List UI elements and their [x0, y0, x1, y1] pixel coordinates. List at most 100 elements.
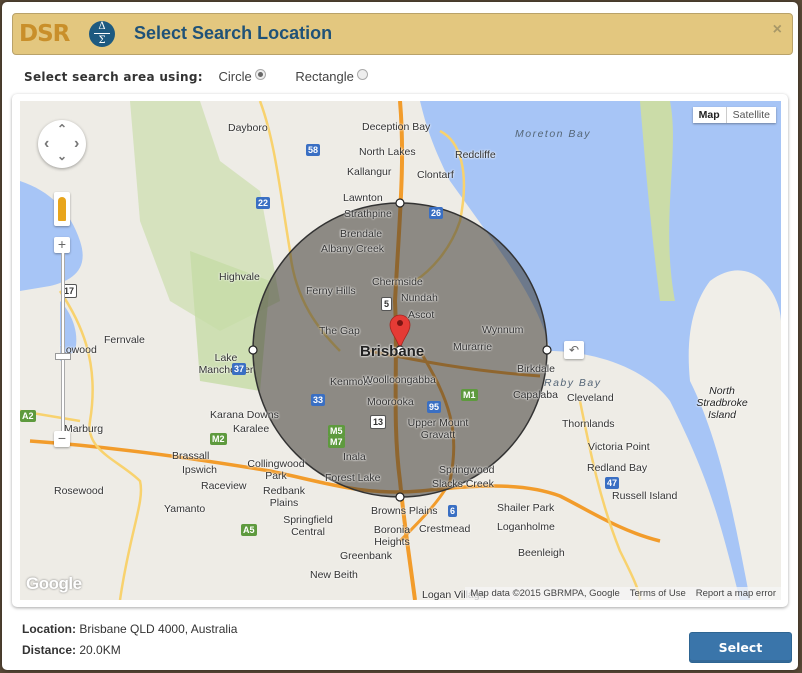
map-label: Browns Plains	[371, 505, 438, 517]
distance-info: Distance: 20.0KM	[22, 643, 121, 657]
map-label: Dayboro	[228, 122, 268, 134]
street-view-pegman-icon[interactable]	[54, 192, 70, 226]
map-label: Karana Downs	[210, 409, 279, 421]
map-data-credit: Map data ©2015 GBRMPA, Google	[470, 588, 620, 599]
pan-up-icon[interactable]: ⌃	[57, 122, 67, 136]
map-label: New Beith	[310, 569, 358, 581]
map-label: Springfield Central	[283, 514, 333, 538]
map-label: North Lakes	[359, 146, 416, 158]
route-shield: 5	[381, 297, 393, 311]
route-shield: M2	[210, 433, 227, 445]
map-label: Springwood	[439, 464, 495, 476]
terms-of-use-link[interactable]: Terms of Use	[625, 587, 691, 600]
map-label: Kallangur	[347, 166, 392, 178]
select-button[interactable]: Select	[689, 632, 792, 663]
map-label: Chermside	[372, 276, 423, 288]
route-shield: 33	[311, 394, 326, 406]
zoom-slider[interactable]	[55, 253, 71, 431]
map-label: Strathpine	[344, 208, 392, 220]
map-label: Highvale	[219, 271, 260, 283]
map-type-map-button[interactable]: Map	[693, 107, 727, 123]
route-shield: 13	[370, 415, 387, 429]
map-label: Lake Manchester	[198, 352, 254, 376]
location-value: Brisbane QLD 4000, Australia	[79, 622, 238, 636]
route-shield: 37	[232, 363, 247, 375]
map-label: North Stradbroke Island	[696, 385, 748, 421]
distance-label: Distance:	[22, 643, 77, 657]
zoom-slider-thumb[interactable]	[55, 353, 71, 360]
close-icon[interactable]: ×	[773, 21, 782, 39]
pan-down-icon[interactable]: ⌄	[57, 149, 67, 163]
route-shield: A2	[20, 410, 36, 422]
dialog-header: DSR ΔΣ Select Search Location ×	[12, 13, 793, 55]
map-label: Rosewood	[54, 485, 104, 497]
route-shield: M7	[328, 436, 345, 448]
map-label: Redbank Plains	[262, 485, 306, 509]
map-label: Karalee	[233, 423, 270, 435]
pan-control[interactable]: ⌃ ⌄ ‹ ›	[38, 120, 86, 168]
circle-radio[interactable]	[254, 69, 266, 80]
map-label: Ferny Hills	[306, 285, 356, 297]
route-shield: 6	[448, 505, 458, 517]
circle-handle-top	[395, 198, 405, 208]
undo-icon[interactable]: ↶	[564, 341, 584, 359]
route-shield: 22	[256, 197, 271, 209]
zoom-in-button[interactable]: +	[54, 237, 70, 253]
route-shield: M1	[461, 389, 478, 401]
map-label: Moreton Bay	[515, 128, 592, 140]
map-label: Woolloongabba	[363, 374, 436, 386]
distance-value: 20.0KM	[79, 643, 121, 657]
map-label: Raceview	[201, 480, 247, 492]
search-area-options: Select search area using: Circle Rectang…	[24, 69, 368, 84]
route-shield: 95	[427, 401, 442, 413]
map-label: Collingwood Park	[247, 458, 305, 482]
search-area-label: Select search area using:	[24, 70, 203, 84]
map-label: Albany Creek	[321, 243, 385, 255]
map-attribution: Map data ©2015 GBRMPA, Google Terms of U…	[465, 587, 781, 600]
map-frame: Moreton Bay Raby Bay North Stradbroke Is…	[12, 94, 788, 607]
rectangle-option[interactable]: Rectangle	[295, 69, 368, 84]
map-label: Yamanto	[164, 503, 206, 515]
map-label: Ipswich	[182, 464, 218, 476]
map-label: Forest Lake	[325, 472, 381, 484]
dsr-logo: DSR ΔΣ	[19, 20, 123, 48]
pan-right-icon[interactable]: ›	[74, 135, 79, 153]
map-label: Russell Island	[612, 490, 678, 502]
map-label: Murarrie	[453, 341, 493, 353]
map-label: Cleveland	[567, 392, 614, 404]
report-map-error-link[interactable]: Report a map error	[691, 587, 781, 600]
dialog-title: Select Search Location	[134, 23, 333, 43]
map-type-satellite-button[interactable]: Satellite	[727, 107, 776, 123]
zoom-out-button[interactable]: −	[54, 431, 70, 447]
map-label: Shailer Park	[497, 502, 555, 514]
map-label: Clontarf	[417, 169, 454, 181]
zoom-control: + −	[54, 237, 71, 447]
circle-handle-bottom	[395, 492, 405, 502]
route-shield: 58	[306, 144, 321, 156]
location-info: Location: Brisbane QLD 4000, Australia	[22, 622, 237, 636]
map-label: Fernvale	[104, 334, 145, 346]
map-label: Boronia Heights	[373, 524, 411, 548]
map-label: Ascot	[408, 309, 435, 321]
rectangle-radio[interactable]	[356, 69, 368, 80]
circle-option[interactable]: Circle	[218, 69, 266, 84]
map-label: The Gap	[319, 325, 360, 337]
map-label-center: Brisbane	[360, 343, 425, 360]
map-label: Slacks Creek	[432, 478, 494, 490]
map-label: Greenbank	[340, 550, 392, 562]
map-label: Birkdale	[517, 363, 555, 375]
map-label: Brassall	[172, 450, 210, 462]
map-label: Loganholme	[497, 521, 555, 533]
delta-sigma-icon: ΔΣ	[89, 21, 115, 47]
map-label: Beenleigh	[518, 547, 565, 559]
map-label: Raby Bay	[544, 377, 602, 389]
map-label: Lawnton	[343, 192, 383, 204]
map-canvas[interactable]: Moreton Bay Raby Bay North Stradbroke Is…	[20, 101, 781, 600]
logo-text: DSR	[19, 21, 70, 47]
route-shield: 26	[429, 207, 444, 219]
map-label: Redland Bay	[587, 462, 648, 474]
map-label: Wynnum	[482, 324, 524, 336]
map-label: Redcliffe	[455, 149, 496, 161]
route-shield: 47	[605, 477, 620, 489]
pan-left-icon[interactable]: ‹	[44, 135, 49, 153]
